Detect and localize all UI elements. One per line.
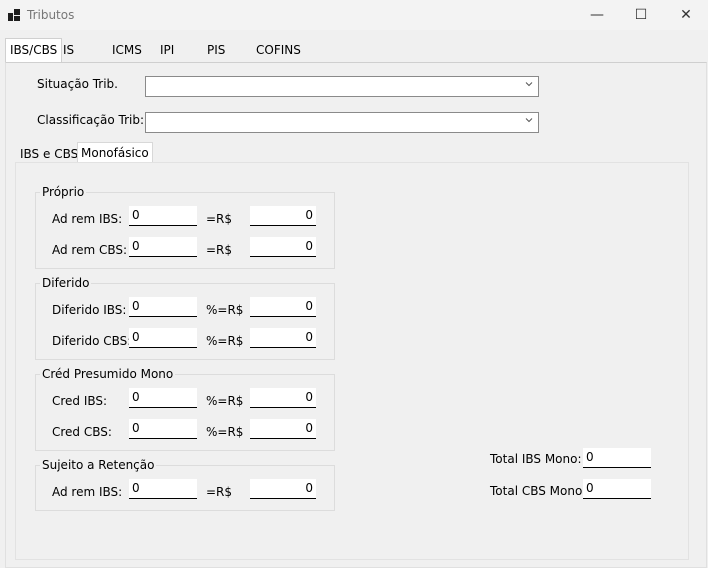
subtab-panel: Próprio Ad rem IBS: 0 =R$ 0 Ad rem CBS: … [15, 162, 689, 560]
operator-label: %=R$ [206, 303, 244, 317]
field-label: Ad rem IBS: [52, 485, 123, 499]
chevron-down-icon [525, 118, 533, 123]
tab-ipi[interactable]: IPI [156, 40, 178, 61]
group-diferido: Diferido Diferido IBS: 0 %=R$ 0 Diferido… [35, 276, 335, 360]
field-label: Ad rem IBS: [52, 212, 123, 226]
group-title: Créd Presumido Mono [40, 367, 176, 381]
retencao-ad-rem-ibs-input[interactable]: 0 [129, 479, 197, 499]
ad-rem-ibs-input[interactable]: 0 [129, 206, 197, 226]
diferido-cbs-result[interactable]: 0 [250, 328, 316, 348]
group-title: Diferido [40, 276, 92, 290]
operator-label: =R$ [206, 212, 233, 226]
subtab-monofasico[interactable]: Monofásico [77, 142, 153, 163]
tab-is[interactable]: IS [59, 40, 78, 61]
ad-rem-cbs-input[interactable]: 0 [129, 237, 197, 257]
group-proprio: Próprio Ad rem IBS: 0 =R$ 0 Ad rem CBS: … [35, 185, 335, 269]
tab-ibs-cbs[interactable]: IBS/CBS [5, 38, 63, 62]
classificacao-select[interactable] [145, 112, 539, 133]
group-title: Sujeito a Retenção [40, 458, 157, 472]
tab-panel: Situação Trib. Classificação Trib: IBS e… [5, 62, 707, 568]
field-label: Cred CBS: [52, 425, 112, 439]
minimize-button[interactable]: — [574, 0, 620, 30]
group-sujeito-retencao: Sujeito a Retenção Ad rem IBS: 0 =R$ 0 [35, 458, 335, 511]
retencao-ad-rem-ibs-result[interactable]: 0 [250, 479, 316, 499]
operator-label: =R$ [206, 485, 233, 499]
cred-cbs-result[interactable]: 0 [250, 419, 316, 439]
diferido-ibs-input[interactable]: 0 [129, 297, 197, 317]
field-label: Cred IBS: [52, 394, 108, 408]
group-cred-presumido: Créd Presumido Mono Cred IBS: 0 %=R$ 0 C… [35, 367, 335, 451]
total-ibs-label: Total IBS Mono: [490, 452, 582, 466]
classificacao-label: Classificação Trib: [37, 113, 145, 127]
ad-rem-ibs-result[interactable]: 0 [250, 206, 316, 226]
tab-icms[interactable]: ICMS [108, 40, 146, 61]
tab-pis[interactable]: PIS [203, 40, 229, 61]
app-icon [8, 9, 20, 21]
field-label: Diferido IBS: [52, 303, 127, 317]
operator-label: =R$ [206, 243, 233, 257]
tab-cofins[interactable]: COFINS [252, 40, 305, 61]
situacao-select[interactable] [145, 76, 539, 97]
cred-cbs-input[interactable]: 0 [129, 419, 197, 439]
operator-label: %=R$ [206, 425, 244, 439]
total-ibs-input[interactable]: 0 [583, 448, 651, 468]
diferido-ibs-result[interactable]: 0 [250, 297, 316, 317]
window-title: Tributos [27, 8, 75, 22]
field-label: Ad rem CBS: [52, 243, 128, 257]
group-title: Próprio [40, 185, 87, 199]
diferido-cbs-input[interactable]: 0 [129, 328, 197, 348]
operator-label: %=R$ [206, 334, 244, 348]
close-button[interactable]: ✕ [663, 0, 708, 30]
subtab-ibs-cbs[interactable]: IBS e CBS [17, 144, 81, 164]
total-cbs-input[interactable]: 0 [583, 479, 651, 499]
ad-rem-cbs-result[interactable]: 0 [250, 237, 316, 257]
total-cbs-label: Total CBS Mono: [490, 484, 587, 498]
maximize-button[interactable]: ☐ [618, 0, 664, 30]
operator-label: %=R$ [206, 394, 244, 408]
situacao-label: Situação Trib. [37, 77, 118, 91]
cred-ibs-input[interactable]: 0 [129, 388, 197, 408]
field-label: Diferido CBS: [52, 334, 132, 348]
cred-ibs-result[interactable]: 0 [250, 388, 316, 408]
chevron-down-icon [525, 82, 533, 87]
